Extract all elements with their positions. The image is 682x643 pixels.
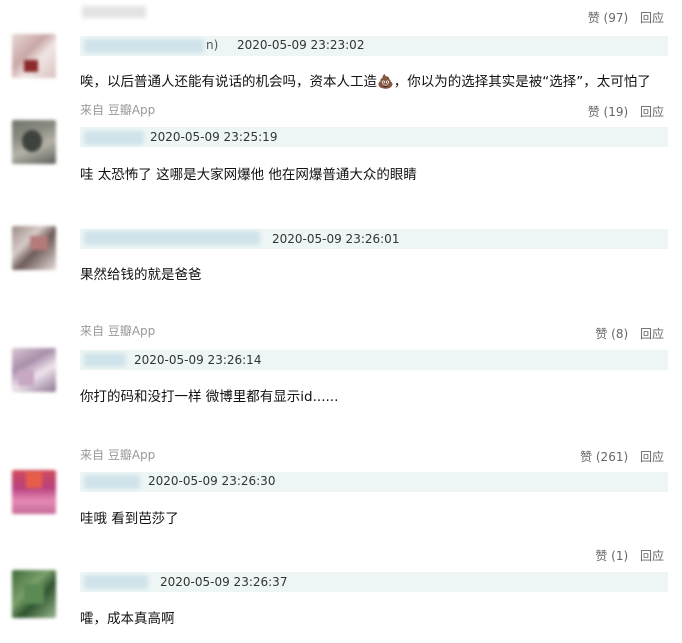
comment-actions: 赞 (261) 回应 bbox=[580, 448, 664, 465]
username-suffix: n) bbox=[206, 38, 219, 52]
comment-timestamp: 2020-05-09 23:26:37 bbox=[160, 575, 288, 589]
username-blur[interactable] bbox=[84, 353, 126, 367]
username-blur[interactable] bbox=[84, 475, 140, 489]
top-actions: 赞 (97) 回应 bbox=[588, 9, 664, 26]
comment-text: 果然给钱的就是爸爸 bbox=[80, 267, 202, 283]
comment-source: 来自 豆瓣App bbox=[80, 103, 156, 117]
avatar[interactable] bbox=[12, 226, 56, 270]
avatar[interactable] bbox=[12, 120, 56, 164]
reply-button[interactable]: 回应 bbox=[640, 105, 664, 119]
username-blur[interactable] bbox=[84, 131, 144, 145]
avatar[interactable] bbox=[12, 34, 56, 78]
comment-source: 来自 豆瓣App bbox=[80, 448, 156, 462]
reply-button[interactable]: 回应 bbox=[640, 11, 664, 25]
comment-timestamp: 2020-05-09 23:23:02 bbox=[237, 38, 365, 52]
like-button[interactable]: 赞 (1) bbox=[595, 549, 628, 563]
like-button[interactable]: 赞 (19) bbox=[588, 105, 628, 119]
avatar[interactable] bbox=[12, 470, 56, 514]
like-button[interactable]: 赞 (261) bbox=[580, 450, 628, 464]
comment-timestamp: 2020-05-09 23:26:01 bbox=[272, 232, 400, 246]
comment-timestamp: 2020-05-09 23:25:19 bbox=[150, 130, 278, 144]
username-blur[interactable] bbox=[84, 575, 148, 589]
reply-button[interactable]: 回应 bbox=[640, 450, 664, 464]
comment-text: 唉，以后普通人还能有说话的机会吗，资本人工造💩，你以为的选择其实是被“选择”，太… bbox=[80, 74, 651, 90]
comment-text: 哇 太恐怖了 这哪是大家网爆他 他在网爆普通大众的眼睛 bbox=[80, 167, 417, 183]
top-username-blur[interactable] bbox=[82, 6, 146, 18]
like-button[interactable]: 赞 (8) bbox=[595, 327, 628, 341]
comment-text: 哇哦 看到芭莎了 bbox=[80, 511, 179, 527]
comment-text: 嚯，成本真高啊 bbox=[80, 611, 175, 627]
avatar[interactable] bbox=[12, 570, 56, 618]
reply-button[interactable]: 回应 bbox=[640, 327, 664, 341]
avatar[interactable] bbox=[12, 348, 56, 392]
comment-timestamp: 2020-05-09 23:26:14 bbox=[134, 353, 262, 367]
comment-source: 来自 豆瓣App bbox=[80, 324, 156, 338]
comment-actions: 赞 (1) 回应 bbox=[595, 547, 664, 564]
username-blur[interactable] bbox=[84, 39, 204, 53]
comment-actions: 赞 (8) 回应 bbox=[595, 325, 664, 342]
comment-actions: 赞 (19) 回应 bbox=[588, 103, 664, 120]
username-blur[interactable] bbox=[84, 231, 260, 245]
comment-timestamp: 2020-05-09 23:26:30 bbox=[148, 474, 276, 488]
reply-button[interactable]: 回应 bbox=[640, 549, 664, 563]
comment-text: 你打的码和没打一样 微博里都有显示id...... bbox=[80, 389, 339, 405]
like-button[interactable]: 赞 (97) bbox=[588, 11, 628, 25]
